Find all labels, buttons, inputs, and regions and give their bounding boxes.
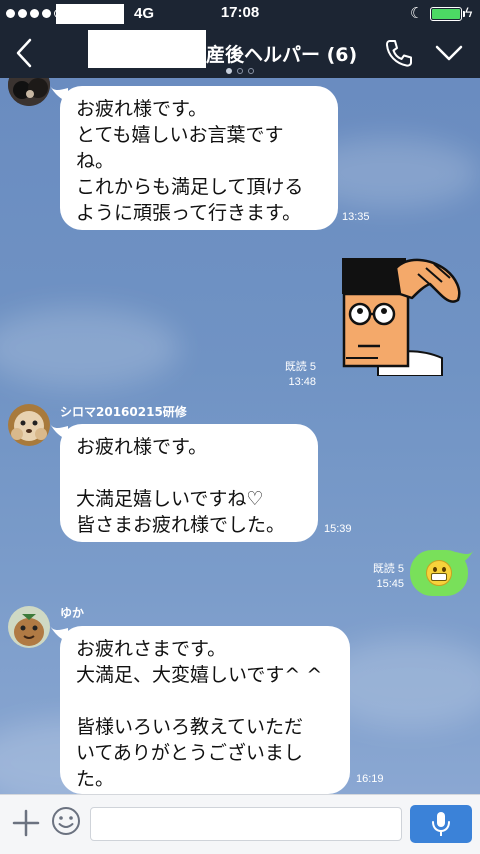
message-bubble[interactable]: お疲れさまです。 大満足、大変嬉しいです^ ^ 皆様いろいろ教えていただ いてあ… (60, 626, 350, 794)
message-time: 13:35 (342, 211, 370, 223)
sticker-thinking-man[interactable] (338, 254, 462, 376)
microphone-icon (432, 812, 450, 836)
background-cloud (0, 308, 180, 388)
message-bubble[interactable]: お疲れ様です。 とても嬉しいお言葉です ね。 これからも満足して頂ける ように頑… (60, 86, 338, 230)
avatar[interactable] (8, 78, 50, 106)
do-not-disturb-icon: ☾ (410, 5, 424, 22)
menu-toggle-button[interactable] (434, 40, 464, 66)
charging-icon: ϟ (465, 4, 473, 20)
chat-header: 産後ヘルパー (6) (0, 28, 480, 78)
emoji-button[interactable] (50, 805, 82, 837)
message-time: 16:19 (356, 773, 384, 785)
group-name-redacted (88, 30, 206, 68)
attach-button[interactable] (10, 807, 42, 839)
message-time: 15:45 (376, 578, 404, 590)
voice-message-button[interactable] (410, 805, 472, 843)
read-receipt: 既読 5 (284, 361, 316, 373)
grinning-face-icon (426, 560, 452, 586)
page-indicator (226, 68, 254, 74)
message-time: 15:39 (324, 523, 352, 535)
chevron-left-icon (16, 38, 32, 68)
read-receipt: 既読 5 (372, 563, 404, 575)
phone-icon (385, 40, 412, 67)
sender-name: シロマ20160215研修 (60, 405, 187, 419)
message-time: 13:48 (288, 376, 316, 388)
avatar[interactable] (8, 404, 50, 446)
message-bubble[interactable]: お疲れ様です。 大満足嬉しいですね♡ 皆さまお疲れ様でした。 (60, 424, 318, 542)
call-button[interactable] (384, 38, 412, 68)
chat-area[interactable]: お疲れ様です。 とても嬉しいお言葉です ね。 これからも満足して頂ける ように頑… (0, 78, 480, 794)
chat-title: 産後ヘルパー (6) (206, 44, 358, 66)
chevron-down-icon (435, 45, 463, 61)
status-clock: 17:08 (220, 4, 260, 21)
message-input[interactable] (90, 807, 402, 841)
plus-icon (12, 809, 40, 837)
smiley-icon (52, 807, 80, 835)
status-bar: 4G 17:08 ☾ ϟ (0, 0, 480, 28)
sent-message-bubble[interactable] (410, 550, 468, 596)
avatar[interactable] (8, 606, 50, 648)
back-button[interactable] (10, 36, 40, 70)
sender-name: ゆか (60, 606, 85, 620)
battery-icon (430, 7, 465, 21)
input-bar (0, 794, 480, 854)
